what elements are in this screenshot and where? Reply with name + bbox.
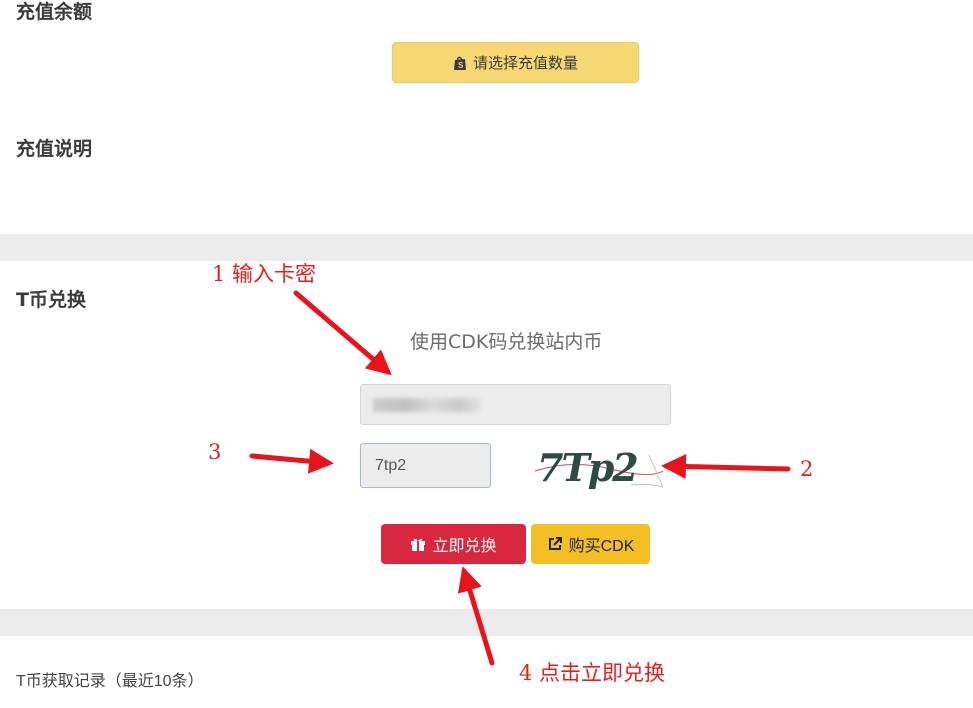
arrow-step-3 xyxy=(249,448,334,474)
annotation-arrows xyxy=(249,290,791,666)
recharge-page: 充值余额 S 请选择充值数量 充值说明 T币兑换 使用CDK码兑换站内币 7tp… xyxy=(0,0,973,708)
arrow-step-1 xyxy=(293,290,392,376)
arrow-step-2 xyxy=(661,453,791,479)
arrow-step-4 xyxy=(457,566,495,666)
